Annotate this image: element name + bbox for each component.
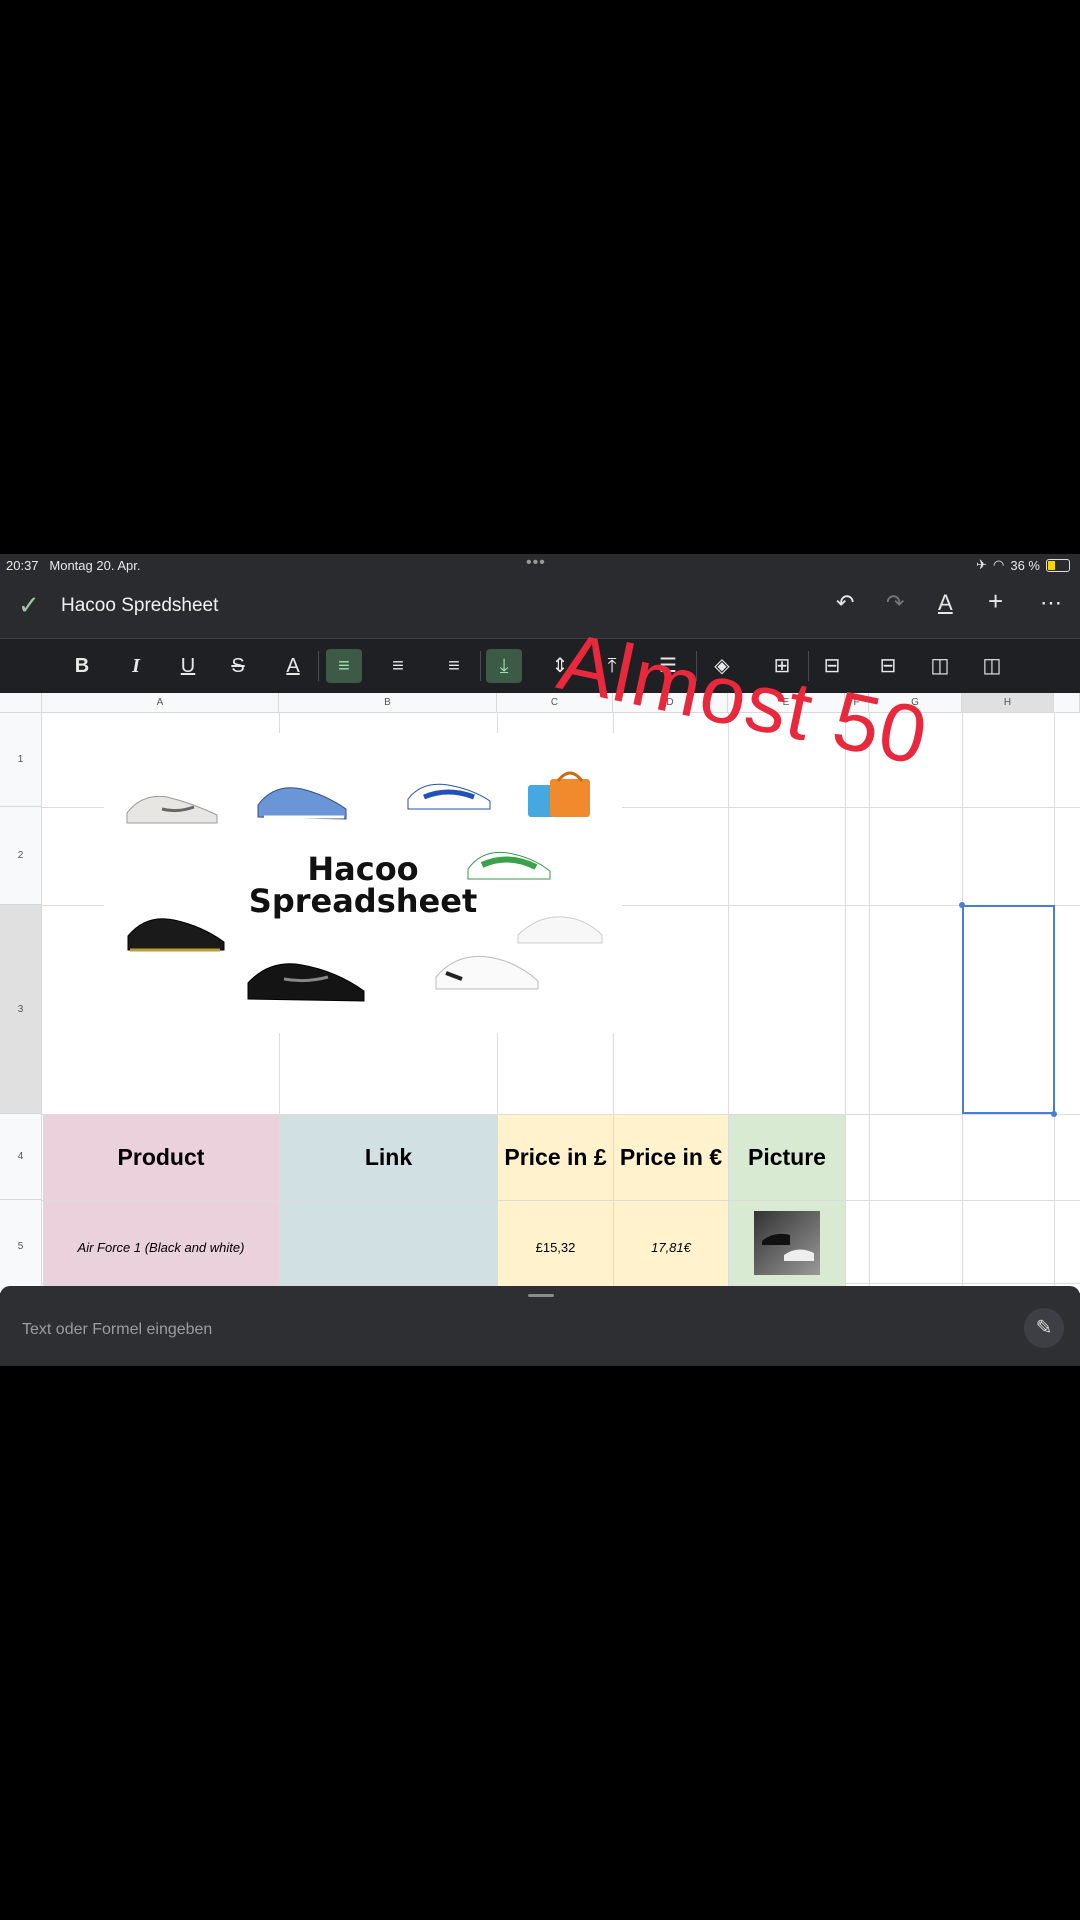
redo-icon[interactable]: ↷ <box>886 590 904 616</box>
cell-product-row5[interactable]: Air Force 1 (Black and white) <box>43 1201 279 1293</box>
row-header-5[interactable]: 5 <box>0 1200 42 1293</box>
airplane-icon: ✈ <box>976 557 988 572</box>
grid-line <box>869 713 870 1293</box>
cell-price-eur-row5[interactable]: 17,81€ <box>614 1201 728 1293</box>
multitask-dots-icon[interactable]: ••• <box>526 554 546 572</box>
selection-handle-bottom[interactable] <box>1051 1111 1057 1117</box>
header-price-gbp[interactable]: Price in £ <box>498 1115 613 1200</box>
header-picture[interactable]: Picture <box>729 1115 845 1200</box>
grid-line <box>845 713 846 1293</box>
green-dunk-icon <box>467 851 551 880</box>
status-date: Montag 20. Apr. <box>49 558 141 573</box>
done-check-icon[interactable]: ✓ <box>18 590 40 621</box>
insert-column-right-icon[interactable]: ◫ <box>974 649 1010 683</box>
cell-selection-h3[interactable] <box>962 905 1055 1114</box>
cell-link-row5[interactable] <box>280 1201 497 1293</box>
align-center-icon[interactable]: ≡ <box>380 649 416 683</box>
cell-price-gbp-row5[interactable]: £15,32 <box>498 1201 613 1293</box>
insert-column-left-icon[interactable]: ◫ <box>922 649 958 683</box>
col-header-extra[interactable] <box>1054 693 1080 713</box>
header-price-eur[interactable]: Price in € <box>614 1115 728 1200</box>
row-header-3[interactable]: 3 <box>0 905 42 1114</box>
product-thumbnail-icon <box>754 1211 820 1275</box>
formula-input[interactable]: Text oder Formel eingeben <box>22 1321 212 1339</box>
blue-sneaker-icon <box>257 787 347 820</box>
cell-picture-row5[interactable] <box>729 1201 845 1293</box>
align-left-icon[interactable]: ≡ <box>326 649 362 683</box>
wifi-icon: ◠ <box>993 557 1005 572</box>
toolbar-divider <box>318 651 319 681</box>
banner-image[interactable]: Hacoo Spreadsheet <box>104 733 622 1033</box>
black-tn-sneaker-icon <box>127 918 225 952</box>
white-court-sneaker-icon <box>435 955 539 990</box>
formula-bar[interactable]: Text oder Formel eingeben ✎ <box>0 1286 1080 1366</box>
edit-pencil-icon[interactable]: ✎ <box>1024 1308 1064 1348</box>
bold-icon[interactable]: B <box>64 649 100 683</box>
drag-handle[interactable] <box>528 1294 554 1297</box>
underline-icon[interactable]: U <box>170 649 206 683</box>
row-header-2[interactable]: 2 <box>0 807 42 905</box>
col-header-h[interactable]: H <box>962 693 1054 713</box>
corner-cell[interactable] <box>0 693 42 713</box>
battery-percent: 36 % <box>1010 557 1040 573</box>
document-title: Hacoo Spredsheet <box>61 595 219 616</box>
insert-plus-icon[interactable]: + <box>988 586 1003 617</box>
toolbar-divider <box>480 651 481 681</box>
spreadsheet-grid[interactable]: A B C D E F G H 1 2 3 4 5 Hacoo Spreadsh… <box>0 693 1080 1293</box>
text-format-icon[interactable]: A <box>938 590 953 616</box>
status-right: ✈ ◠ 36 % <box>976 557 1070 573</box>
col-header-a[interactable]: A <box>42 693 279 713</box>
text-color-icon[interactable]: A <box>275 649 311 683</box>
white-sneaker-icon <box>126 795 218 824</box>
more-options-icon[interactable]: ⋯ <box>1040 590 1062 616</box>
align-right-icon[interactable]: ≡ <box>436 649 472 683</box>
row-header-1[interactable]: 1 <box>0 713 42 807</box>
strikethrough-icon[interactable]: S <box>220 649 256 683</box>
valign-bottom-icon[interactable]: ⤓ <box>486 649 522 683</box>
black-tn-plus-sneaker-icon <box>247 963 365 1002</box>
selection-handle-top[interactable] <box>959 902 965 908</box>
app-screen: 20:37 Montag 20. Apr. ••• ✈ ◠ 36 % ✓ Hac… <box>0 554 1080 1366</box>
col-header-b[interactable]: B <box>279 693 497 713</box>
italic-icon[interactable]: I <box>118 649 154 683</box>
header-product[interactable]: Product <box>43 1115 279 1200</box>
status-bar: 20:37 Montag 20. Apr. ••• ✈ ◠ 36 % <box>0 554 1080 576</box>
undo-icon[interactable]: ↶ <box>836 590 854 616</box>
header-link[interactable]: Link <box>280 1115 497 1200</box>
shopping-bags-icon <box>528 771 590 817</box>
status-time: 20:37 Montag 20. Apr. <box>6 558 141 573</box>
app-header: ✓ Hacoo Spredsheet ↶ ↷ A + ⋯ <box>0 576 1080 638</box>
row-header-4[interactable]: 4 <box>0 1114 42 1200</box>
format-toolbar: B I U S A ≡ ≡ ≡ ⤓ ⇕ ⤒ ☰ ◈ ⊞ ⊟ ⊟ ◫ ◫ <box>0 638 1080 694</box>
battery-icon <box>1046 558 1070 572</box>
insert-row-below-icon[interactable]: ⊟ <box>870 649 906 683</box>
blue-dunk-icon <box>407 783 491 810</box>
